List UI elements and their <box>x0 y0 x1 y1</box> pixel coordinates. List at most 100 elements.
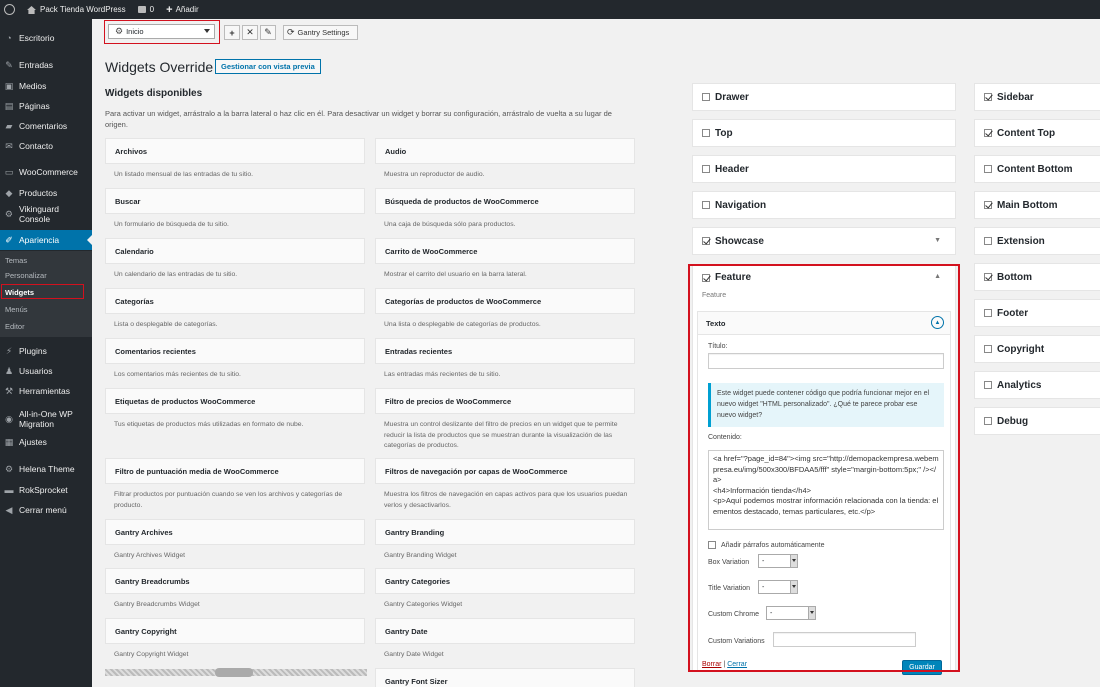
sidebar-area-checkbox[interactable] <box>702 93 710 101</box>
sidebar-item-herramientas[interactable]: ⚒ Herramientas <box>0 381 92 401</box>
sidebar-area-top[interactable]: Top <box>692 119 956 147</box>
sidebar-area-header[interactable]: Header <box>692 155 956 183</box>
widget-item[interactable]: Carrito de WooCommerce <box>375 238 635 264</box>
chevron-down-icon[interactable]: ▼ <box>934 237 941 244</box>
widget-item[interactable]: Búsqueda de productos de WooCommerce <box>375 188 635 214</box>
sidebar-area-copyright[interactable]: Copyright <box>974 335 1100 363</box>
widget-item[interactable]: Filtro de puntuación media de WooCommerc… <box>105 458 365 484</box>
sidebar-area-content-bottom[interactable]: Content Bottom <box>974 155 1100 183</box>
widget-title: Categorías de productos de WooCommerce <box>385 296 542 306</box>
sidebar-area-sidebar[interactable]: Sidebar <box>974 83 1100 111</box>
sidebar-area-debug[interactable]: Debug <box>974 407 1100 435</box>
sidebar-item-comentarios[interactable]: ▰ Comentarios <box>0 116 92 136</box>
gear-icon: ⚙ <box>4 463 14 474</box>
sidebar-item-entradas[interactable]: ✎ Entradas <box>0 55 92 75</box>
comments-link[interactable]: 0 <box>137 5 154 14</box>
sidebar-item-medios[interactable]: ▣ Medios <box>0 76 92 96</box>
sidebar-area-main-bottom[interactable]: Main Bottom <box>974 191 1100 219</box>
sidebar-item-helena-theme[interactable]: ⚙ Helena Theme <box>0 459 92 479</box>
add-override-button[interactable]: + <box>224 25 240 40</box>
sidebar-area-content-top[interactable]: Content Top <box>974 119 1100 147</box>
sidebar-item-vikinguard-console[interactable]: ⚙ Vikinguard Console <box>0 204 92 224</box>
widget-item[interactable]: Calendario <box>105 238 365 264</box>
widget-item[interactable]: Entradas recientes <box>375 338 635 364</box>
widget-item[interactable]: Gantry Breadcrumbs <box>105 568 365 594</box>
sidebar-item-escritorio[interactable]: ◔ Escritorio <box>0 28 92 48</box>
sidebar-item-cerrar-men[interactable]: ◀ Cerrar menú <box>0 500 92 520</box>
widget-item[interactable]: Gantry Archives <box>105 519 365 545</box>
sidebar-area-extension[interactable]: Extension <box>974 227 1100 255</box>
sidebar-area-bottom[interactable]: Bottom <box>974 263 1100 291</box>
widget-item[interactable]: Gantry Copyright <box>105 618 365 644</box>
widget-title: Filtro de puntuación media de WooCommerc… <box>115 466 279 476</box>
submenu-item-editor[interactable]: Editor <box>5 322 25 331</box>
widget-description: Una lista o desplegable de categorías de… <box>384 321 541 328</box>
widget-item[interactable]: Gantry Date <box>375 618 635 644</box>
wordpress-logo-icon[interactable] <box>4 4 15 15</box>
sidebar-item-usuarios[interactable]: ♟ Usuarios <box>0 361 92 381</box>
submenu-item-men-s[interactable]: Menús <box>5 305 28 314</box>
remove-override-button[interactable]: ✕ <box>242 25 258 40</box>
sidebar-area-checkbox[interactable] <box>984 201 992 209</box>
sidebar-item-plugins[interactable]: ⚡ Plugins <box>0 341 92 361</box>
widget-item[interactable]: Filtros de navegación por capas de WooCo… <box>375 458 635 484</box>
site-name-link[interactable]: Pack Tienda WordPress <box>27 5 126 14</box>
widget-item[interactable]: Comentarios recientes <box>105 338 365 364</box>
widget-item[interactable]: Gantry Font Sizer <box>375 668 635 687</box>
sidebar-item-label: Entradas <box>19 60 54 70</box>
sidebar-area-showcase[interactable]: Showcase ▼ <box>692 227 956 255</box>
widget-item[interactable]: Archivos <box>105 138 365 164</box>
manage-preview-button[interactable]: Gestionar con vista previa <box>215 59 321 74</box>
widget-item[interactable]: Gantry Categories <box>375 568 635 594</box>
sidebar-item-label: Plugins <box>19 346 47 356</box>
widget-item[interactable]: Etiquetas de productos WooCommerce <box>105 388 365 414</box>
sidebar-area-checkbox[interactable] <box>984 273 992 281</box>
refresh-icon: ⟳ <box>287 27 295 37</box>
new-content-link[interactable]: + Añadir <box>166 4 199 16</box>
sidebar-area-footer[interactable]: Footer <box>974 299 1100 327</box>
submenu-item-personalizar[interactable]: Personalizar <box>5 271 47 280</box>
sidebar-area-checkbox[interactable] <box>984 381 992 389</box>
sidebar-item-roksprocket[interactable]: ▬ RokSprocket <box>0 480 92 500</box>
sidebar-item-apariencia[interactable]: ✐ Apariencia <box>0 230 92 250</box>
sidebar-area-checkbox[interactable] <box>702 165 710 173</box>
sidebar-item-woocommerce[interactable]: ▭ WooCommerce <box>0 162 92 182</box>
sidebar-area-checkbox[interactable] <box>984 309 992 317</box>
widget-description: Mostrar el carrito del usuario en la bar… <box>384 271 527 278</box>
sidebar-item-ajustes[interactable]: ▦ Ajustes <box>0 432 92 452</box>
sidebar-area-checkbox[interactable] <box>984 417 992 425</box>
sidebar-item-all-in-one-wp-migration[interactable]: ◉ All-in-One WP Migration <box>0 406 92 432</box>
scrollbar-thumb[interactable] <box>215 668 253 677</box>
widget-item[interactable]: Categorías de productos de WooCommerce <box>375 288 635 314</box>
sidebar-area-navigation[interactable]: Navigation <box>692 191 956 219</box>
sidebar-item-label: Comentarios <box>19 121 68 131</box>
widget-title: Gantry Copyright <box>115 626 177 636</box>
widget-item[interactable]: Filtro de precios de WooCommerce <box>375 388 635 414</box>
sidebar-area-checkbox[interactable] <box>702 129 710 137</box>
sidebar-area-name: Navigation <box>715 199 767 211</box>
sidebar-area-checkbox[interactable] <box>984 93 992 101</box>
sidebar-area-checkbox[interactable] <box>702 237 710 245</box>
widget-item[interactable]: Gantry Branding <box>375 519 635 545</box>
sidebar-area-checkbox[interactable] <box>984 129 992 137</box>
sidebar-area-drawer[interactable]: Drawer <box>692 83 956 111</box>
sidebar-area-analytics[interactable]: Analytics <box>974 371 1100 399</box>
woo-icon: ▭ <box>4 166 14 177</box>
sidebar-area-checkbox[interactable] <box>702 201 710 209</box>
edit-override-button[interactable]: ✎ <box>260 25 276 40</box>
submenu-item-temas[interactable]: Temas <box>5 256 27 265</box>
dashboard-icon: ◔ <box>6 33 12 43</box>
gantry-settings-button[interactable]: ⟳ Gantry Settings <box>283 25 358 40</box>
sidebar-area-checkbox[interactable] <box>984 345 992 353</box>
sidebar-area-name: Showcase <box>715 235 764 247</box>
sidebar-area-checkbox[interactable] <box>984 237 992 245</box>
widget-item[interactable]: Buscar <box>105 188 365 214</box>
sidebar-item-p-ginas[interactable]: ▤ Páginas <box>0 96 92 116</box>
sidebar-area-checkbox[interactable] <box>984 165 992 173</box>
sidebar-item-productos[interactable]: ◆ Productos <box>0 183 92 203</box>
widget-title: Gantry Font Sizer <box>385 676 448 686</box>
widget-item[interactable]: Audio <box>375 138 635 164</box>
widget-item[interactable]: Categorías <box>105 288 365 314</box>
widget-title: Gantry Branding <box>385 527 445 537</box>
sidebar-item-contacto[interactable]: ✉ Contacto <box>0 136 92 156</box>
